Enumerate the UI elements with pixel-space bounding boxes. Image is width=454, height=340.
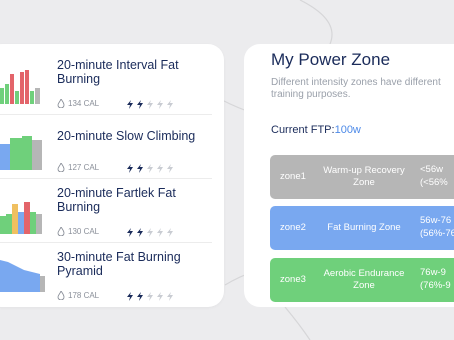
bolt-icon bbox=[167, 292, 173, 301]
zone-label: Aerobic Endurance Zone bbox=[323, 268, 405, 291]
ftp-value[interactable]: 100w bbox=[335, 124, 361, 136]
bolt-icon bbox=[147, 228, 153, 237]
zone-label: Warm-up Recovery Zone bbox=[323, 165, 405, 188]
bolt-icon bbox=[157, 164, 163, 173]
bolt-icon bbox=[137, 228, 143, 237]
zone-name: zone1 bbox=[280, 171, 306, 182]
bolt-icon bbox=[157, 228, 163, 237]
zone-row-1[interactable]: zone1 Warm-up Recovery Zone <56w (<56% bbox=[270, 155, 454, 199]
workout-item-slow-climbing[interactable]: 20-minute Slow Climbing 127 CAL bbox=[0, 114, 212, 179]
bolt-icon bbox=[137, 100, 143, 109]
bolt-icon bbox=[147, 100, 153, 109]
intensity-rating bbox=[127, 292, 173, 301]
bolt-icon bbox=[167, 100, 173, 109]
workout-title: 30-minute Fat Burning Pyramid bbox=[57, 250, 181, 278]
workout-item-pyramid[interactable]: 30-minute Fat Burning Pyramid 178 CAL bbox=[0, 242, 212, 306]
zone-label: Fat Burning Zone bbox=[327, 222, 401, 233]
zone-name: zone3 bbox=[280, 274, 306, 285]
zone-percent: (76%-9 bbox=[420, 280, 451, 291]
flame-icon bbox=[57, 163, 65, 172]
zone-range: 76w-9 (76%-9 bbox=[420, 266, 454, 292]
calorie-info: 178 CAL bbox=[57, 291, 99, 300]
power-zone-description: Different intensity zones have different… bbox=[271, 77, 441, 100]
bolt-icon bbox=[167, 228, 173, 237]
bolt-icon bbox=[127, 100, 133, 109]
workout-title: 20-minute Fartlek Fat Burning bbox=[57, 186, 176, 214]
ftp-label: Current FTP: bbox=[271, 124, 335, 136]
bolt-icon bbox=[137, 292, 143, 301]
power-zone-title: My Power Zone bbox=[271, 50, 391, 69]
zone-row-2[interactable]: zone2 Fat Burning Zone 56w-76 (56%-76 bbox=[270, 206, 454, 250]
bolt-icon bbox=[157, 292, 163, 301]
bolt-icon bbox=[127, 292, 133, 301]
workout-list-card: 20-minute Interval Fat Burning 134 CAL 2… bbox=[0, 44, 224, 307]
calorie-info: 130 CAL bbox=[57, 227, 99, 236]
zone-name: zone2 bbox=[280, 222, 306, 233]
zone-watts: 56w-76 bbox=[420, 215, 452, 226]
calorie-info: 127 CAL bbox=[57, 163, 99, 172]
workout-title: 20-minute Slow Climbing bbox=[57, 129, 196, 143]
bolt-icon bbox=[157, 100, 163, 109]
zone-range: 56w-76 (56%-76 bbox=[420, 214, 454, 240]
zone-percent: (<56% bbox=[420, 177, 448, 188]
bolt-icon bbox=[167, 164, 173, 173]
current-ftp: Current FTP:100w bbox=[271, 124, 361, 136]
flame-icon bbox=[57, 99, 65, 108]
zone-watts: <56w bbox=[420, 164, 443, 175]
bolt-icon bbox=[137, 164, 143, 173]
bolt-icon bbox=[127, 228, 133, 237]
workout-item-fartlek[interactable]: 20-minute Fartlek Fat Burning 130 CAL bbox=[0, 178, 212, 243]
zone-percent: (56%-76 bbox=[420, 228, 454, 239]
power-zone-card: My Power Zone Different intensity zones … bbox=[244, 44, 454, 307]
bolt-icon bbox=[127, 164, 133, 173]
calorie-value: 178 CAL bbox=[68, 291, 100, 300]
calorie-info: 134 CAL bbox=[57, 99, 99, 108]
workout-title: 20-minute Interval Fat Burning bbox=[57, 58, 179, 86]
zone-watts: 76w-9 bbox=[420, 267, 446, 278]
calorie-value: 130 CAL bbox=[68, 227, 100, 236]
calorie-value: 134 CAL bbox=[68, 99, 100, 108]
intensity-rating bbox=[127, 164, 173, 173]
zone-range: <56w (<56% bbox=[420, 163, 454, 189]
calorie-value: 127 CAL bbox=[68, 163, 100, 172]
flame-icon bbox=[57, 227, 65, 236]
workout-fartlek-chart-icon bbox=[0, 202, 42, 234]
intensity-rating bbox=[127, 228, 173, 237]
workout-interval-chart-icon bbox=[0, 70, 40, 104]
bolt-icon bbox=[147, 164, 153, 173]
flame-icon bbox=[57, 291, 65, 300]
intensity-rating bbox=[127, 100, 173, 109]
bolt-icon bbox=[147, 292, 153, 301]
workout-slow-climbing-chart-icon bbox=[0, 136, 42, 170]
workout-item-interval[interactable]: 20-minute Interval Fat Burning 134 CAL bbox=[0, 50, 212, 115]
workout-pyramid-chart-icon bbox=[0, 260, 45, 292]
zone-row-3[interactable]: zone3 Aerobic Endurance Zone 76w-9 (76%-… bbox=[270, 258, 454, 302]
